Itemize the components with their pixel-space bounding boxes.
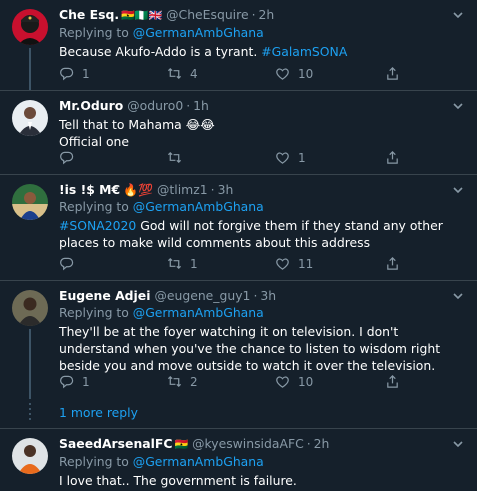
more-replies-dots [29,403,31,423]
timestamp[interactable]: 1h [193,98,209,114]
retweet-icon [167,151,182,164]
like-button[interactable]: 1 [275,150,306,165]
avatar[interactable] [12,184,48,220]
share-button[interactable] [385,374,408,389]
avatar[interactable] [12,100,48,136]
avatar[interactable] [12,438,48,474]
flag-emoji: 🇬🇭 [174,438,189,451]
tweet-text: Tell that to Mahama 😂😂 Official one [59,117,215,149]
dot-separator: · [186,98,191,113]
share-icon [387,257,398,270]
retweet-icon [167,257,182,270]
avatar[interactable] [12,290,48,326]
retweet-button[interactable] [167,150,190,165]
mention-link[interactable]: @GermanAmbGhana [133,25,264,40]
reply-count: 1 [82,66,90,81]
caret-down-icon[interactable] [451,289,465,303]
retweet-button[interactable]: 1 [167,256,198,271]
retweet-count: 4 [190,66,198,81]
replying-to: Replying to @GermanAmbGhana [59,454,264,469]
reply-button[interactable]: 1 [59,374,90,389]
retweet-icon [167,375,182,388]
name-emoji: 🔥💯 [123,183,154,197]
thread-line [29,48,31,90]
dot-separator: · [306,436,311,451]
author-handle[interactable]: @eugene_guy1 [154,288,250,304]
caret-down-icon[interactable] [451,8,465,22]
reply-button[interactable]: 1 [59,66,90,81]
timestamp[interactable]: 3h [218,182,234,198]
dot-separator: · [253,288,258,303]
tweet-eugene-adjei[interactable]: Eugene Adjei @eugene_guy1 · 3h Replying … [0,281,477,428]
more-replies-link[interactable]: 1 more reply [59,405,138,420]
like-count: 11 [298,256,314,271]
share-icon [387,375,398,388]
like-count: 10 [298,374,314,389]
replying-to: Replying to @GermanAmbGhana [59,305,264,320]
like-icon [276,152,289,164]
mention-link[interactable]: @GermanAmbGhana [133,305,264,320]
author-name[interactable]: Mr.Oduro [59,98,123,114]
author-handle[interactable]: @CheEsquire [166,7,248,23]
tweet-text: I love that.. The government is failure. [59,473,297,488]
retweet-count: 1 [190,256,198,271]
tweet-che-esq[interactable]: Che Esq. 🇬🇭🇳🇬🇬🇧 @CheEsquire · 2h Replyin… [0,0,477,90]
avatar[interactable] [12,9,48,45]
caret-down-icon[interactable] [451,183,465,197]
like-button[interactable]: 10 [275,374,313,389]
hashtag-link[interactable]: #GalamSONA [261,44,347,59]
tweet-text: Because Akufo-Addo is a tyrant. #GalamSO… [59,44,348,59]
replying-to: Replying to @GermanAmbGhana [59,25,264,40]
like-button[interactable]: 11 [275,256,313,271]
like-icon [276,68,289,80]
share-button[interactable] [385,66,408,81]
mention-link[interactable]: @GermanAmbGhana [133,199,264,214]
retweet-button[interactable]: 2 [167,374,198,389]
tweet-saeed-arsenal[interactable]: SaeedArsenalFC 🇬🇭 @kyeswinsidaAFC · 2h R… [0,429,477,491]
share-icon [387,151,398,164]
retweet-count: 2 [190,374,198,389]
author-name[interactable]: Eugene Adjei [59,288,150,304]
reply-icon [60,67,74,81]
caret-down-icon[interactable] [451,99,465,113]
reply-button[interactable] [59,150,82,165]
reply-button[interactable] [59,256,82,271]
reply-icon [60,151,74,165]
like-count: 10 [298,66,314,81]
author-handle[interactable]: @kyeswinsidaAFC [192,436,304,452]
tweet-text: #SONA2020 God will not forgive them if t… [59,218,443,250]
hashtag-link[interactable]: #SONA2020 [59,218,136,233]
flag-emoji: 🇬🇭🇳🇬🇬🇧 [121,9,163,22]
like-icon [276,376,289,388]
like-button[interactable]: 10 [275,66,313,81]
tweet-tlimz1[interactable]: !is !$ M€ 🔥💯 @tlimz1 · 3h Replying to @G… [0,175,477,280]
share-icon [387,67,398,80]
retweet-button[interactable]: 4 [167,66,198,81]
author-handle[interactable]: @oduro0 [127,98,183,114]
caret-down-icon[interactable] [451,437,465,451]
share-button[interactable] [385,150,408,165]
thread-line [29,329,31,399]
dot-separator: · [210,182,215,197]
tweet-mr-oduro[interactable]: Mr.Oduro @oduro0 · 1h Tell that to Maham… [0,91,477,174]
timestamp[interactable]: 3h [260,288,276,304]
timestamp[interactable]: 2h [259,7,275,23]
like-count: 1 [298,150,306,165]
author-name[interactable]: Che Esq. [59,7,119,23]
retweet-icon [167,67,182,80]
tweet-text: They'll be at the foyer watching it on t… [59,324,441,373]
reply-count: 1 [82,374,90,389]
timestamp[interactable]: 2h [314,436,330,452]
author-name[interactable]: SaeedArsenalFC [59,436,172,452]
reply-icon [60,257,74,271]
mention-link[interactable]: @GermanAmbGhana [133,454,264,469]
dot-separator: · [251,7,256,22]
share-button[interactable] [385,256,408,271]
reply-icon [60,375,74,389]
author-handle[interactable]: @tlimz1 [157,182,208,198]
author-name[interactable]: !is !$ M€ [59,182,120,198]
like-icon [276,258,289,270]
replying-to: Replying to @GermanAmbGhana [59,199,264,214]
